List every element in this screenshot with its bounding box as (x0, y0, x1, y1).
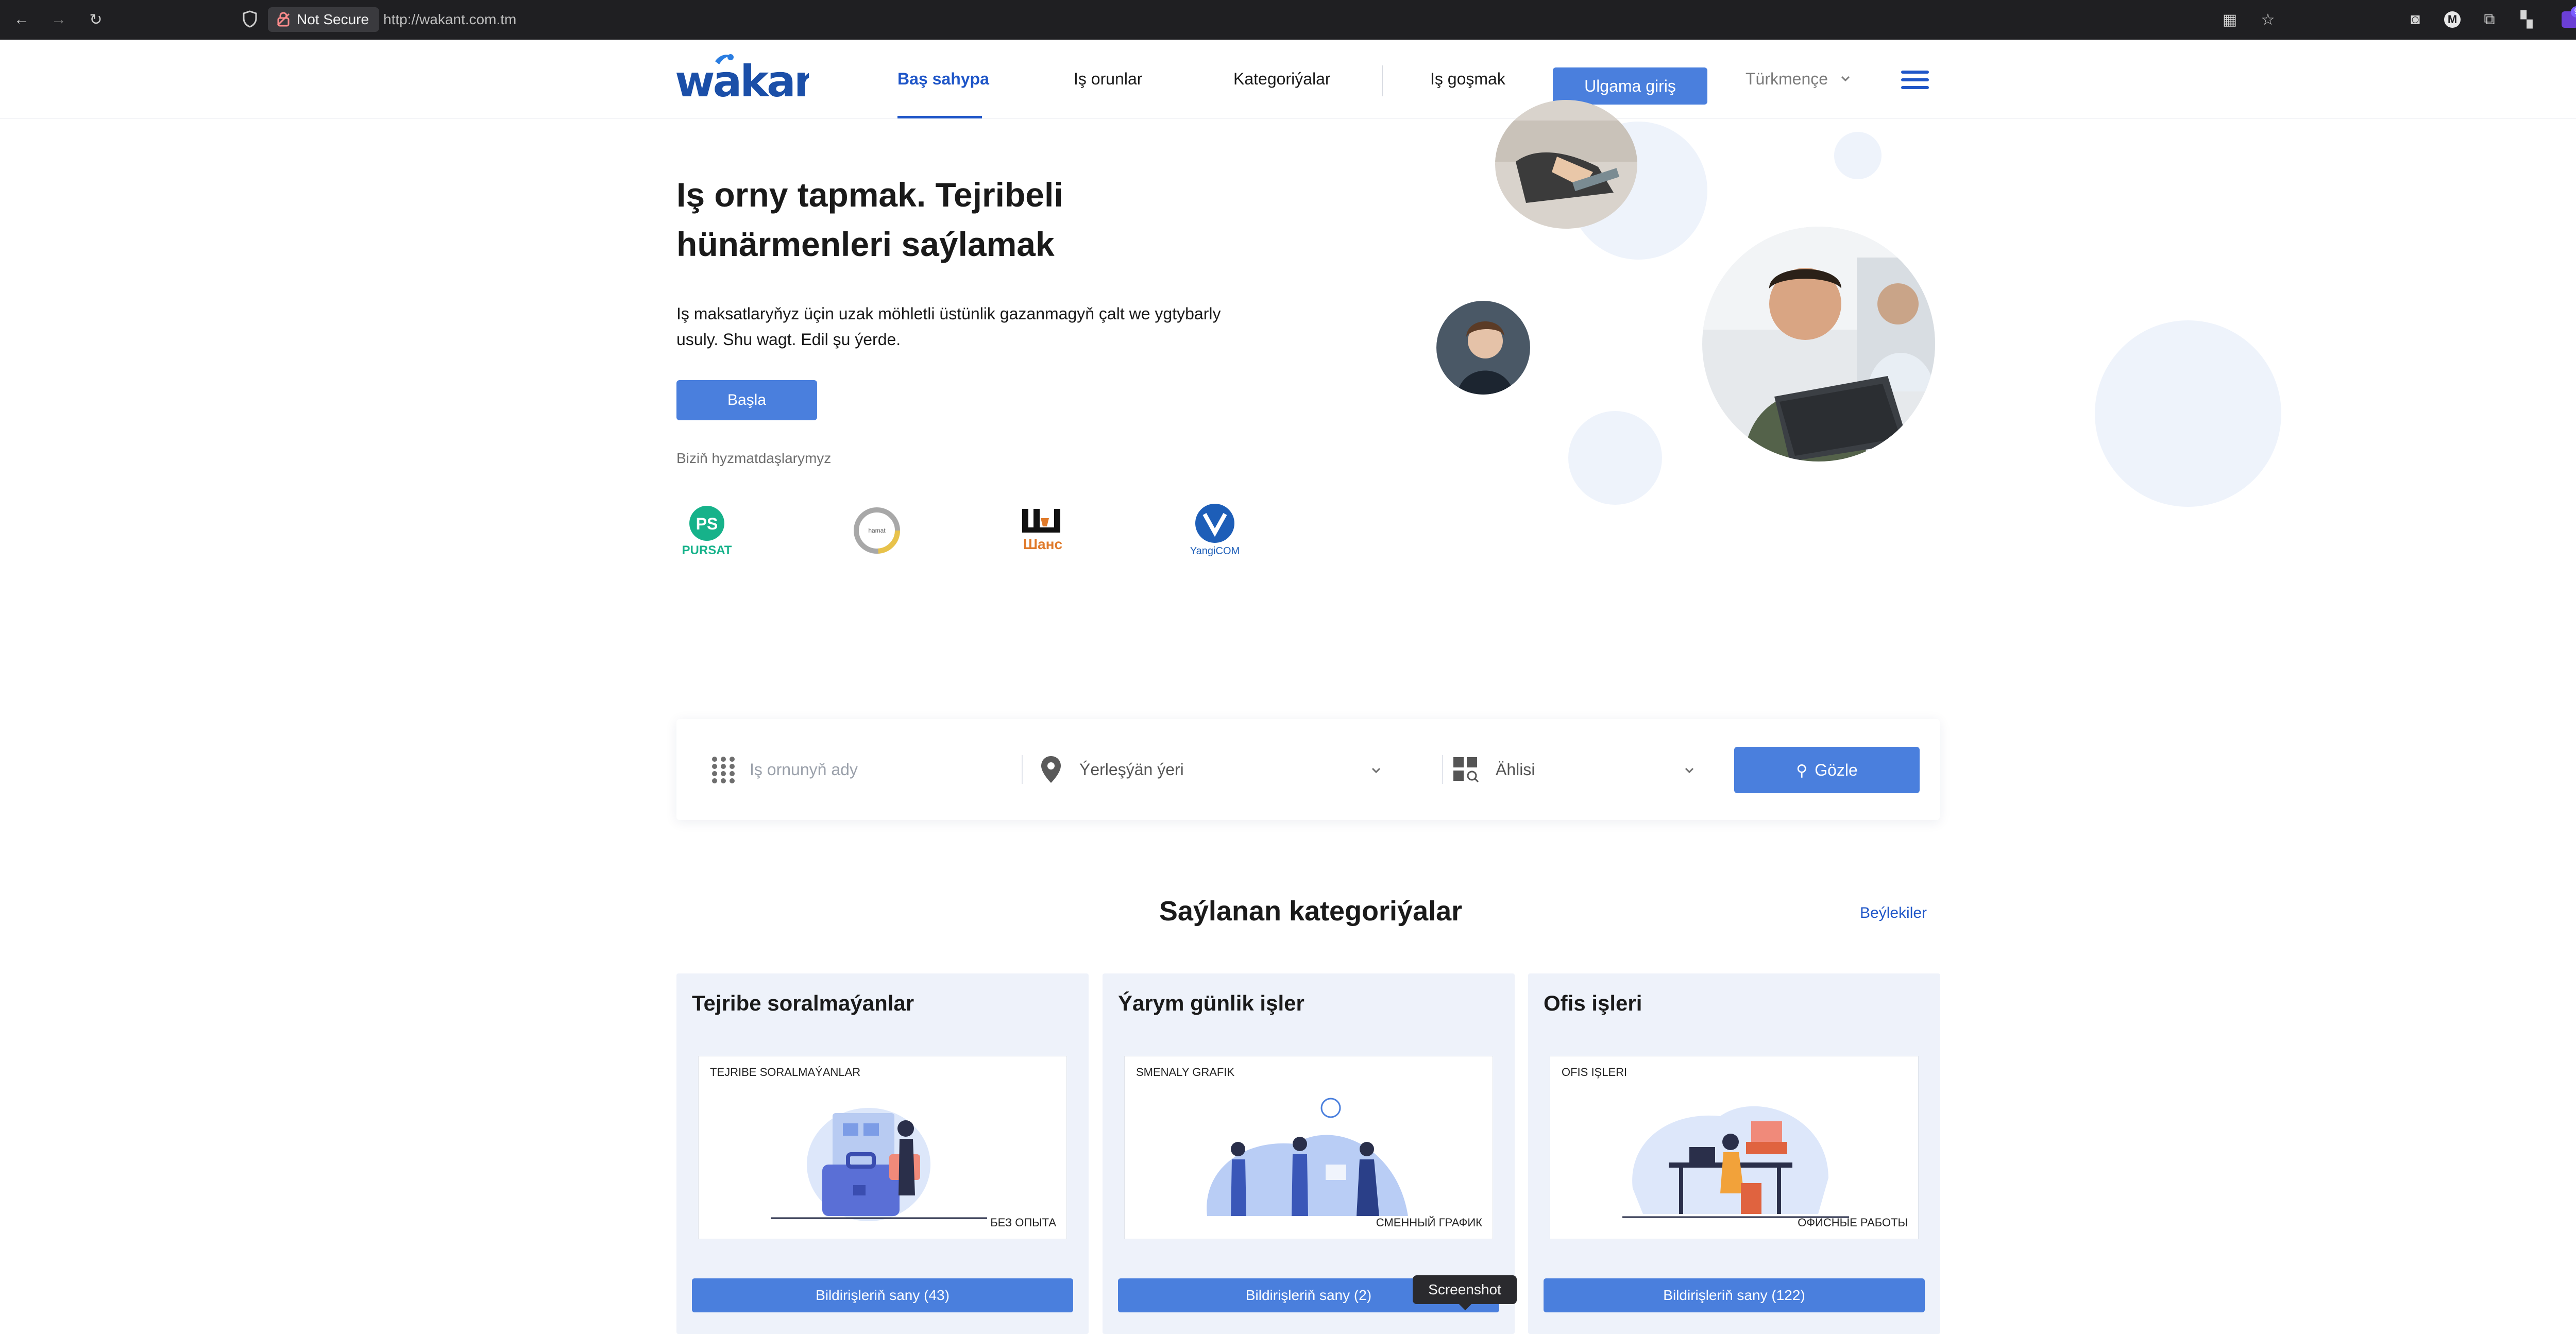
browser-toolbar: ← → ↻ Not Secure http://wakant.com.tm ▦ … (0, 0, 2576, 40)
start-button[interactable]: Başla (676, 380, 817, 420)
extension-count-badge: 9 (2571, 6, 2576, 18)
decor-bubble (2095, 320, 2281, 507)
lock-icon (277, 12, 290, 27)
nav-categories[interactable]: Kategoriýalar (1233, 40, 1331, 118)
category-img-caption-ru: БЕЗ ОПЫТА (990, 1216, 1056, 1229)
category-count-button[interactable]: Bildirişleriň sany (43) (692, 1278, 1073, 1312)
grid-dots-icon (712, 757, 735, 783)
chevron-down-icon[interactable] (1839, 73, 1852, 85)
screenshot-tooltip: Screenshot (1413, 1275, 1517, 1310)
partner-logo-hamat[interactable]: hamat (851, 503, 918, 559)
pocket-icon[interactable]: ◙ (2405, 9, 2426, 30)
url-text[interactable]: http://wakant.com.tm (383, 4, 516, 35)
back-icon[interactable]: ← (11, 9, 32, 30)
nav-add-job[interactable]: Iş goşmak (1430, 40, 1505, 118)
see-all-link[interactable]: Beýlekiler (1860, 904, 1927, 922)
category-count-button[interactable]: Bildirişleriň sany (122) (1544, 1278, 1925, 1312)
category-select[interactable]: Ählisi (1496, 719, 1681, 820)
hero-title-line1: Iş orny tapmak. Tejribeli (676, 176, 1063, 214)
search-button[interactable]: ⚲ Gözle (1734, 747, 1920, 793)
partners-title: Biziň hyzmatdaşlarymyz (676, 450, 832, 466)
search-button-label: Gözle (1815, 761, 1858, 779)
location-select[interactable]: Ýerleşýän ýeri (1079, 719, 1368, 820)
chevron-down-icon[interactable] (1683, 764, 1696, 777)
category-img-caption: SMENALY GRAFIK (1136, 1066, 1235, 1079)
search-bar: Iş ornunyň ady Ýerleşýän ýeri Ählisi ⚲ Gö… (676, 719, 1940, 820)
wakant-logo[interactable]: wakant (675, 51, 845, 108)
nav-active-underline (897, 116, 982, 118)
hero-photo-handshake (1495, 100, 1637, 229)
category-search-icon (1453, 757, 1479, 783)
extensions-puzzle-icon[interactable]: ⧉ (2479, 9, 2500, 30)
section-title: Saýlanan kategoriýalar (1159, 896, 1463, 927)
nav-home[interactable]: Baş sahypa (897, 40, 989, 118)
hero-title-line2: hünärmenleri saýlamak (676, 225, 1055, 263)
language-select[interactable]: Türkmençe (1745, 40, 1828, 118)
login-button[interactable]: Ulgama giriş (1553, 67, 1707, 105)
category-img-caption: TEJRIBE SORALMAÝANLAR (710, 1066, 861, 1079)
not-secure-badge[interactable]: Not Secure (268, 7, 380, 32)
hamburger-menu-icon[interactable] (1901, 71, 1929, 89)
security-label: Not Secure (297, 11, 369, 27)
hero-subtitle-line2: usuly. Shu wagt. Edil şu ýerde. (676, 330, 901, 349)
category-title: Tejribe soralmaýanlar (692, 991, 914, 1015)
nav-jobs[interactable]: Iş orunlar (1074, 40, 1142, 118)
nav-divider (1382, 65, 1383, 96)
partner-name: PURSAT (682, 543, 732, 557)
bookmark-star-icon[interactable]: ☆ (2258, 9, 2278, 30)
category-img-caption-ru: СМЕННЫЙ ГРАФИК (1376, 1216, 1482, 1229)
category-img-caption: OFIS IŞLERI (1562, 1066, 1628, 1079)
category-title: Ofis işleri (1544, 991, 1642, 1015)
category-img-caption-ru: ОФИСНЫЕ РАБОТЫ (1798, 1216, 1908, 1229)
category-illustration: SMENALY GRAFIK СМЕННЫЙ ГРАФИК (1124, 1056, 1493, 1239)
hero-subtitle: Iş maksatlaryňyz üçin uzak möhletli üstü… (676, 301, 1295, 352)
qr-code-icon[interactable]: ▦ (2219, 9, 2240, 30)
location-pin-icon (1041, 756, 1061, 783)
partner-name: YangiCOM (1190, 545, 1240, 557)
hero-photo-woman (1436, 301, 1530, 395)
reload-icon[interactable]: ↻ (86, 9, 106, 30)
decor-bubble (1834, 132, 1882, 179)
category-card[interactable]: Ofis işleri OFIS IŞLERI ОФИСНЫЕ РАБОТЫ B… (1528, 973, 1940, 1334)
category-illustration: TEJRIBE SORALMAÝANLAR БЕЗ ОПЫТА (698, 1056, 1067, 1239)
forward-icon[interactable]: → (48, 9, 69, 30)
address-bar[interactable]: Not Secure http://wakant.com.tm (232, 4, 2241, 35)
hero-photo-man-laptop (1702, 227, 1935, 461)
partner-logo-pursat[interactable]: PS PURSAT (681, 503, 748, 559)
search-divider (1022, 755, 1023, 784)
category-illustration: OFIS IŞLERI ОФИСНЫЕ РАБОТЫ (1550, 1056, 1919, 1239)
partner-logo-shans[interactable]: Шанс (1018, 503, 1085, 559)
account-m-icon[interactable]: M (2442, 9, 2463, 30)
search-divider (1442, 755, 1443, 784)
partner-name: Шанс (1023, 536, 1062, 552)
svg-text:wakant: wakant (675, 56, 809, 107)
hero-subtitle-line1: Iş maksatlaryňyz üçin uzak möhletli üstü… (676, 304, 1221, 323)
svg-text:PS: PS (696, 515, 718, 533)
partner-name: hamat (868, 527, 886, 534)
decor-bubble (1568, 411, 1662, 505)
partner-logo-yangicom[interactable]: YangiCOM (1188, 503, 1255, 559)
job-title-input[interactable]: Iş ornunyň ady (750, 719, 1018, 820)
addons-grid-icon[interactable]: ▚ (2516, 9, 2537, 30)
category-title: Ýarym günlik işler (1118, 991, 1304, 1015)
search-icon: ⚲ (1796, 762, 1808, 779)
profile-badge-icon[interactable]: 9 (2560, 6, 2576, 30)
hero-title: Iş orny tapmak. Tejribeli hünärmenleri s… (676, 170, 1192, 269)
site-header: wakant Baş sahypa Iş orunlar Kategoriýal… (0, 40, 2576, 118)
chevron-down-icon[interactable] (1370, 764, 1382, 777)
shield-icon[interactable] (242, 10, 261, 29)
category-card[interactable]: Tejribe soralmaýanlar TEJRIBE SORALMAÝAN… (676, 973, 1089, 1334)
